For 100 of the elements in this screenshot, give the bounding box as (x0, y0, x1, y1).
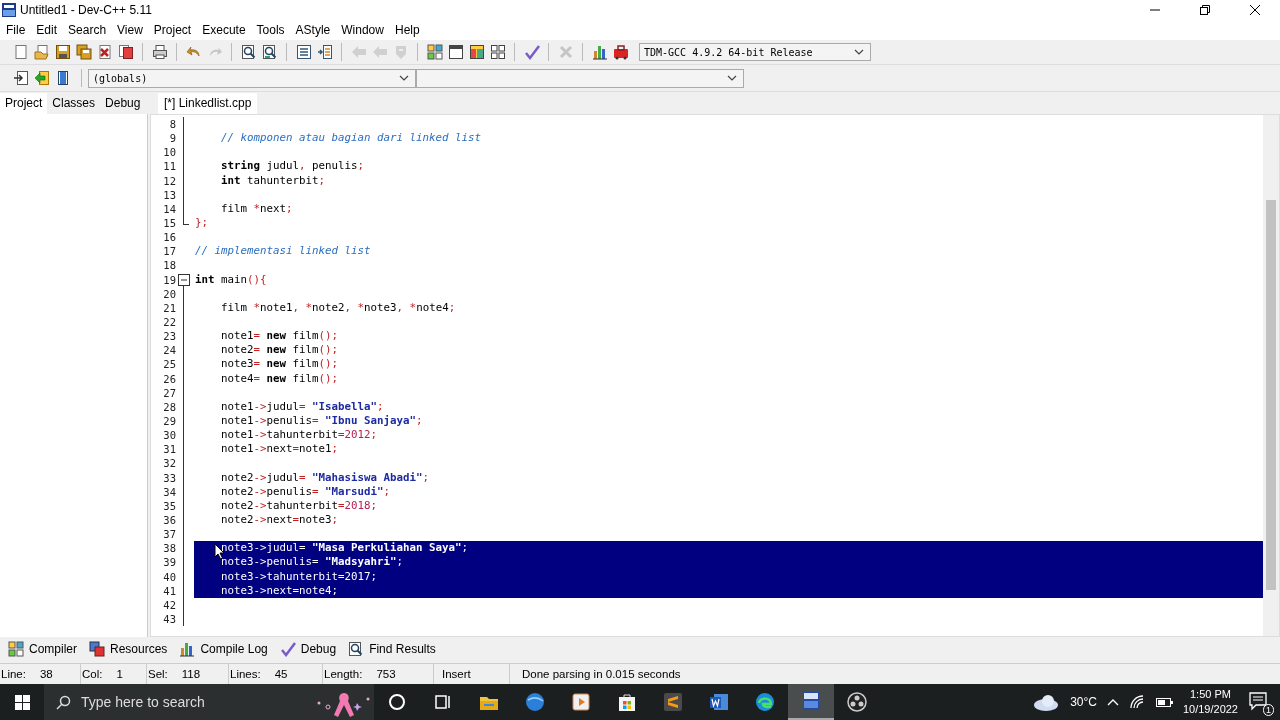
status-value: 45 (274, 668, 288, 680)
line-number: 38 (162, 542, 176, 555)
tiles-icon[interactable] (426, 44, 443, 60)
scope-dropdown[interactable]: (globals) (88, 68, 416, 88)
restore-icon[interactable] (1200, 5, 1210, 15)
line-number: 29 (162, 415, 176, 427)
chevron-up-icon[interactable] (1106, 697, 1119, 707)
status-value: 38 (39, 668, 53, 680)
panel-tab[interactable]: Project (0, 93, 48, 114)
task-view-icon[interactable] (433, 692, 453, 712)
close-all-icon[interactable] (117, 44, 134, 60)
menu-item[interactable]: Help (389, 23, 426, 37)
menu-item[interactable]: Edit (31, 23, 64, 37)
line-number: 14 (162, 202, 176, 215)
globe-icon[interactable] (525, 692, 545, 712)
status-value: 118 (181, 668, 201, 680)
unindent-icon[interactable] (316, 44, 333, 60)
line-number: 33 (162, 471, 176, 484)
fold-toggle-icon[interactable] (178, 273, 190, 286)
save-all-icon[interactable] (75, 44, 92, 60)
close-icon[interactable] (1250, 5, 1260, 15)
line-number: 32 (162, 457, 176, 470)
menu-item[interactable]: Search (63, 23, 113, 37)
windows-start-icon[interactable] (14, 694, 30, 710)
menu-item[interactable]: Tools (251, 23, 291, 37)
code-line: int main(){ (195, 272, 267, 287)
window-title: Untitled1 - Dev-C++ 5.11 (20, 3, 153, 17)
status-label: Line: (1, 668, 26, 680)
line-number: 21 (162, 301, 176, 314)
close-file-icon[interactable] (96, 44, 113, 60)
clock-time[interactable]: 1:50 PM (1190, 687, 1231, 702)
clock-date[interactable]: 10/19/2022 (1182, 702, 1238, 717)
arrow-into-page-icon[interactable] (33, 70, 50, 86)
status-label: Insert (442, 668, 471, 680)
line-number: 42 (162, 598, 176, 611)
grid-icon[interactable] (489, 44, 506, 60)
caret-icon[interactable] (725, 73, 738, 83)
status-label: Sel: (148, 668, 168, 680)
ide-tile-icon[interactable] (801, 691, 821, 711)
line-number: 41 (162, 584, 176, 597)
panes-icon[interactable] (468, 44, 485, 60)
menu-item[interactable]: Project (148, 23, 198, 37)
cloud-icon[interactable] (1032, 693, 1061, 711)
line-number: 27 (162, 386, 176, 399)
code-line: // komponen atau bagian dari linked list (221, 131, 481, 146)
file-tab[interactable]: [*] Linkedlist.cpp (158, 93, 258, 114)
circle-icon[interactable] (387, 692, 407, 712)
bar-chart-icon[interactable] (591, 44, 608, 60)
weather-temperature[interactable]: 30°C (1070, 695, 1097, 709)
shopping-bag-icon[interactable] (617, 692, 637, 712)
caret-icon[interactable] (852, 47, 865, 57)
s-tile-icon[interactable] (663, 692, 683, 712)
new-file-icon[interactable] (12, 44, 29, 60)
swirl-icon[interactable] (755, 692, 775, 712)
status-label: Col: (82, 668, 103, 680)
menu-item[interactable]: File (1, 23, 32, 37)
document-w-tile-icon[interactable] (709, 692, 729, 712)
media-player-icon[interactable] (571, 692, 591, 712)
aperture-icon[interactable] (847, 692, 867, 712)
line-number: 24 (162, 344, 176, 357)
status-value: 753 (376, 668, 396, 680)
line-number: 20 (162, 287, 176, 300)
code-line: note1->next=note1; (221, 442, 339, 457)
wifi-icon[interactable] (1128, 694, 1145, 710)
notification-icon[interactable] (1248, 691, 1268, 711)
code-line: note4= new film(); (221, 371, 339, 386)
code-line: note2->penulis= "Marsudi"; (221, 484, 391, 499)
code-line: note1->judul= "Isabella"; (221, 399, 384, 414)
line-number: 36 (162, 514, 176, 526)
scrollbar[interactable] (1263, 115, 1279, 636)
code-line: note1->tahunterbit=2012; (221, 428, 378, 443)
line-number: 25 (162, 358, 176, 371)
code-line: note3->tahunterbit=2017; (221, 569, 378, 584)
menu-item[interactable]: Execute (197, 23, 252, 37)
replace-icon[interactable] (261, 44, 278, 60)
status-label: Done parsing in 0.015 seconds (522, 668, 681, 680)
code-line: note3->next=note4; (221, 583, 339, 598)
search-field[interactable]: Type here to search (44, 684, 374, 720)
toolbox-icon[interactable] (612, 44, 629, 60)
compiler-dropdown[interactable]: TDM-GCC 4.9.2 64-bit Release (639, 43, 871, 61)
save-icon[interactable] (54, 44, 71, 60)
line-number: 37 (162, 528, 176, 541)
line-number: 19 (162, 273, 176, 286)
menu-item[interactable]: View (112, 23, 149, 37)
line-number: 16 (162, 231, 176, 244)
caret-icon[interactable] (397, 73, 410, 83)
line-number: 18 (162, 259, 176, 272)
line-number: 39 (162, 556, 176, 569)
window-icon[interactable] (447, 44, 464, 60)
find-icon[interactable] (240, 44, 257, 60)
code-line: note3->penulis= "Madsyahri"; (221, 555, 404, 570)
line-number: 9 (168, 132, 176, 145)
menu-item[interactable]: AStyle (290, 23, 337, 37)
page-arrow-icon[interactable] (12, 70, 29, 86)
open-file-icon[interactable] (33, 44, 50, 60)
code-line: note1->penulis= "Ibnu Sanjaya"; (221, 413, 423, 429)
menu-item[interactable]: Window (336, 23, 390, 37)
printer-icon[interactable] (151, 44, 168, 60)
checkmark-icon[interactable] (523, 44, 540, 60)
indent-icon[interactable] (295, 44, 312, 60)
